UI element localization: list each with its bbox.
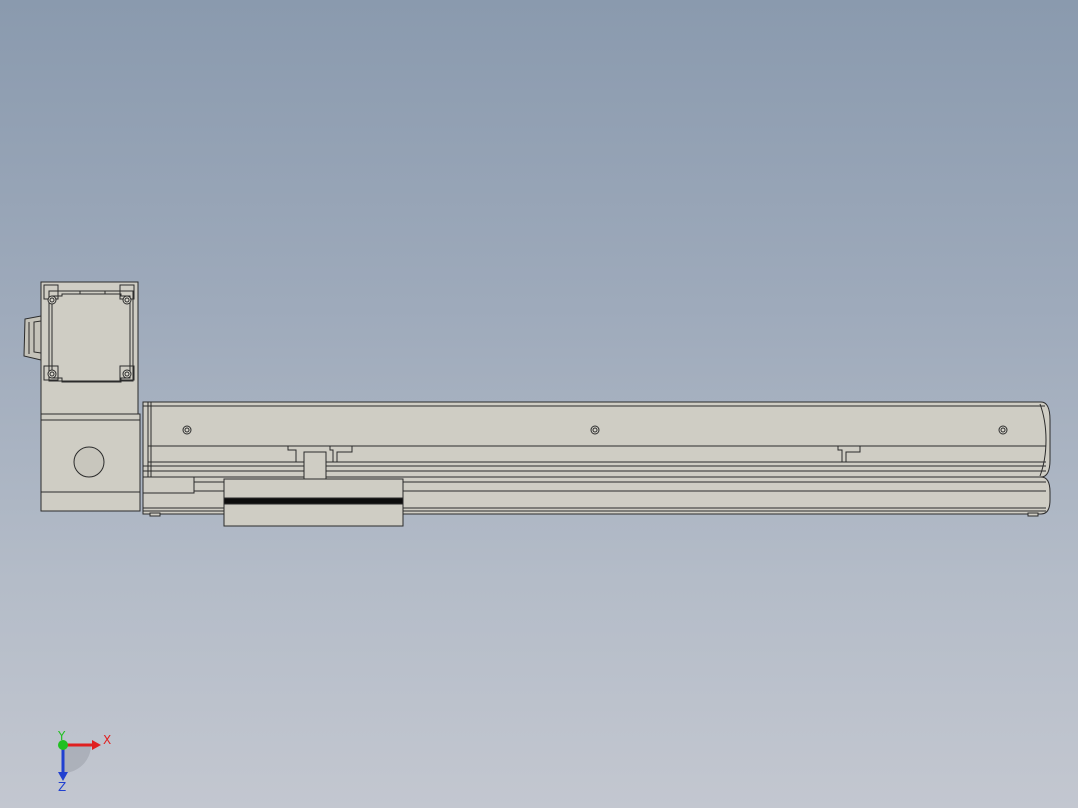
cad-viewport[interactable]: X Y Z	[0, 0, 1078, 808]
carriage-top[interactable]	[223, 478, 404, 499]
drive-housing[interactable]	[40, 413, 141, 512]
carriage-bottom[interactable]	[223, 503, 404, 527]
rail-screw-hole	[998, 425, 1008, 435]
triad-quarter-disc	[63, 745, 91, 773]
y-axis-label: Y	[57, 729, 66, 743]
rail-foot	[1027, 512, 1039, 517]
motor-connector[interactable]	[23, 315, 42, 361]
rail-screw-hole	[182, 425, 192, 435]
rail-foot	[149, 512, 161, 517]
x-axis-arrowhead	[92, 740, 101, 750]
rail-screw-hole	[590, 425, 600, 435]
carriage-black-strip	[223, 497, 404, 505]
z-axis-label: Z	[58, 780, 66, 794]
x-axis-label: X	[103, 733, 111, 747]
motor-mount[interactable]	[23, 281, 139, 415]
housing-shaft-hole	[73, 446, 105, 478]
rail-limit-block[interactable]	[142, 476, 195, 494]
coordinate-triad: X Y Z	[57, 729, 111, 794]
